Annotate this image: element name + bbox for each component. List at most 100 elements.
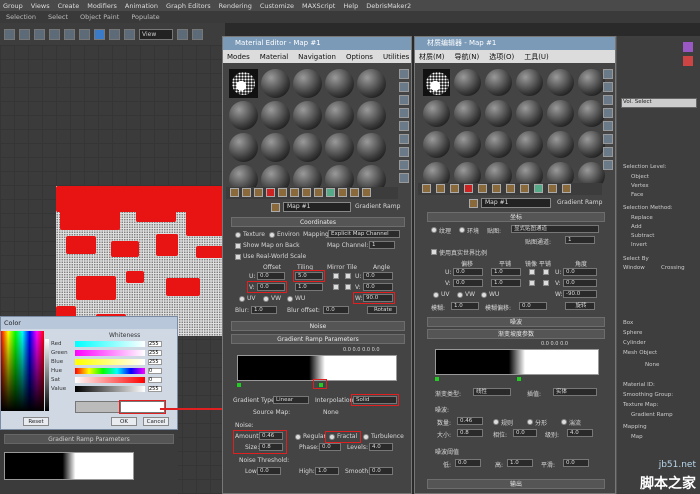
menu-create[interactable]: Create xyxy=(58,2,80,10)
navigator-icon[interactable] xyxy=(399,173,409,183)
gradient-ramp-bar[interactable] xyxy=(435,349,599,375)
sample-slot[interactable] xyxy=(423,69,450,96)
reset-map-icon[interactable] xyxy=(464,184,473,193)
vw-radio[interactable] xyxy=(457,292,463,298)
sample-slot[interactable] xyxy=(547,100,574,127)
options-icon[interactable] xyxy=(603,147,613,157)
v-angle-field[interactable]: 0.0 xyxy=(563,279,597,287)
texture-radio[interactable] xyxy=(235,232,241,238)
environ-radio[interactable] xyxy=(269,232,275,238)
rect-select-icon[interactable] xyxy=(79,28,90,40)
go-forward-icon[interactable] xyxy=(362,188,371,197)
panel-line[interactable]: Subtract xyxy=(631,233,654,239)
rotate-button[interactable]: Rotate xyxy=(367,306,397,314)
get-material-icon[interactable] xyxy=(422,184,431,193)
effects-channel-icon[interactable] xyxy=(520,184,529,193)
v-tile-checkbox[interactable] xyxy=(543,280,549,286)
w-angle-field[interactable]: -90.0 xyxy=(563,290,597,298)
sample-slot[interactable] xyxy=(454,69,481,96)
pivot-icon[interactable] xyxy=(177,28,188,40)
sample-slot[interactable] xyxy=(357,69,386,98)
panel-line[interactable]: Box xyxy=(623,320,633,326)
map-name-field[interactable]: Map #1 xyxy=(481,198,551,208)
u-mirror-checkbox[interactable] xyxy=(333,273,339,279)
cancel-button[interactable]: Cancel xyxy=(143,417,169,426)
link-icon[interactable] xyxy=(4,28,15,40)
panel-line[interactable]: Window xyxy=(623,265,645,271)
bind-icon[interactable] xyxy=(34,28,45,40)
sample-slot[interactable] xyxy=(357,133,386,162)
sample-slot[interactable] xyxy=(293,101,322,130)
sample-slot[interactable] xyxy=(547,131,574,158)
reset-button[interactable]: Reset xyxy=(23,417,49,426)
environ-radio[interactable] xyxy=(459,227,465,233)
make-preview-icon[interactable] xyxy=(399,134,409,144)
rotate-button[interactable]: 旋转 xyxy=(565,302,595,310)
sample-type-icon[interactable] xyxy=(603,69,613,79)
uv-tiling-icon[interactable] xyxy=(603,108,613,118)
noise-rollout[interactable]: Noise xyxy=(231,321,405,331)
eyedropper-icon[interactable] xyxy=(469,199,478,208)
uv-radio[interactable] xyxy=(239,296,245,302)
green-value[interactable]: 255 xyxy=(148,350,162,356)
menu-options[interactable]: Options xyxy=(346,53,373,61)
flag-start[interactable] xyxy=(435,377,439,381)
u-tile-checkbox[interactable] xyxy=(345,273,351,279)
panel-line[interactable]: Gradient Ramp xyxy=(631,412,673,418)
sample-slot[interactable] xyxy=(485,100,512,127)
u-tiling-field[interactable]: 1.0 xyxy=(491,268,521,276)
gradient-ramp-rollout[interactable]: 渐变坡度参数 xyxy=(427,329,605,339)
sample-slot[interactable] xyxy=(261,69,290,98)
v-offset-field[interactable]: 0.0 xyxy=(453,279,483,287)
coordinates-rollout[interactable]: Coordinates xyxy=(231,217,405,227)
value-slider[interactable] xyxy=(45,339,49,411)
sample-slot[interactable] xyxy=(578,131,605,158)
make-preview-icon[interactable] xyxy=(603,134,613,144)
sample-slot[interactable] xyxy=(454,131,481,158)
tab-selection[interactable]: Selection xyxy=(6,13,36,21)
sample-slot[interactable] xyxy=(261,133,290,162)
v-tiling-field[interactable]: 1.0 xyxy=(491,279,521,287)
regular-radio[interactable] xyxy=(295,434,301,440)
show-map-checkbox[interactable] xyxy=(235,243,241,249)
panel-line[interactable]: Map xyxy=(631,434,643,440)
reset-map-icon[interactable] xyxy=(266,188,275,197)
map-name-field[interactable]: Map #1 xyxy=(283,202,351,212)
background-icon[interactable] xyxy=(603,95,613,105)
uv-tiling-icon[interactable] xyxy=(399,108,409,118)
sample-slot[interactable] xyxy=(485,131,512,158)
panel-line[interactable]: Object xyxy=(631,174,649,180)
menu-rendering[interactable]: Rendering xyxy=(219,2,252,10)
v-mirror-checkbox[interactable] xyxy=(529,280,535,286)
hue-spectrum[interactable] xyxy=(1,331,44,411)
menu-maxscript[interactable]: MAXScript xyxy=(302,2,335,10)
menu-navigation[interactable]: Navigation xyxy=(298,53,336,61)
mapping-dropdown[interactable]: Explicit Map Channel xyxy=(328,230,400,238)
high-field[interactable]: 1.0 xyxy=(315,467,339,475)
fractal-radio[interactable] xyxy=(527,419,533,425)
u-offset-field[interactable]: 0.0 xyxy=(257,272,285,280)
video-check-icon[interactable] xyxy=(399,121,409,131)
show-end-result-icon[interactable] xyxy=(548,184,557,193)
hue-value[interactable]: 0 xyxy=(148,368,162,374)
amount-field[interactable]: 0.46 xyxy=(457,417,483,425)
v-mirror-checkbox[interactable] xyxy=(333,284,339,290)
sample-slot[interactable] xyxy=(357,101,386,130)
phase-field[interactable]: 0.0 xyxy=(319,443,341,451)
rotate-icon[interactable] xyxy=(109,28,120,40)
menu-graph-editors[interactable]: Graph Editors xyxy=(166,2,211,10)
put-to-scene-icon[interactable] xyxy=(436,184,445,193)
make-unique-icon[interactable] xyxy=(492,184,501,193)
flag-start[interactable] xyxy=(237,383,241,387)
blue-bar[interactable] xyxy=(75,359,145,365)
assign-material-icon[interactable] xyxy=(254,188,263,197)
wu-radio[interactable] xyxy=(287,296,293,302)
select-by-material-icon[interactable] xyxy=(399,160,409,170)
menu-modifiers[interactable]: Modifiers xyxy=(87,2,117,10)
gradient-type-dropdown[interactable]: 线性 xyxy=(473,388,511,396)
sample-slot[interactable] xyxy=(578,100,605,127)
make-unique-icon[interactable] xyxy=(290,188,299,197)
v-tile-checkbox[interactable] xyxy=(345,284,351,290)
sample-slot[interactable] xyxy=(229,101,258,130)
sat-value[interactable]: 0 xyxy=(148,377,162,383)
